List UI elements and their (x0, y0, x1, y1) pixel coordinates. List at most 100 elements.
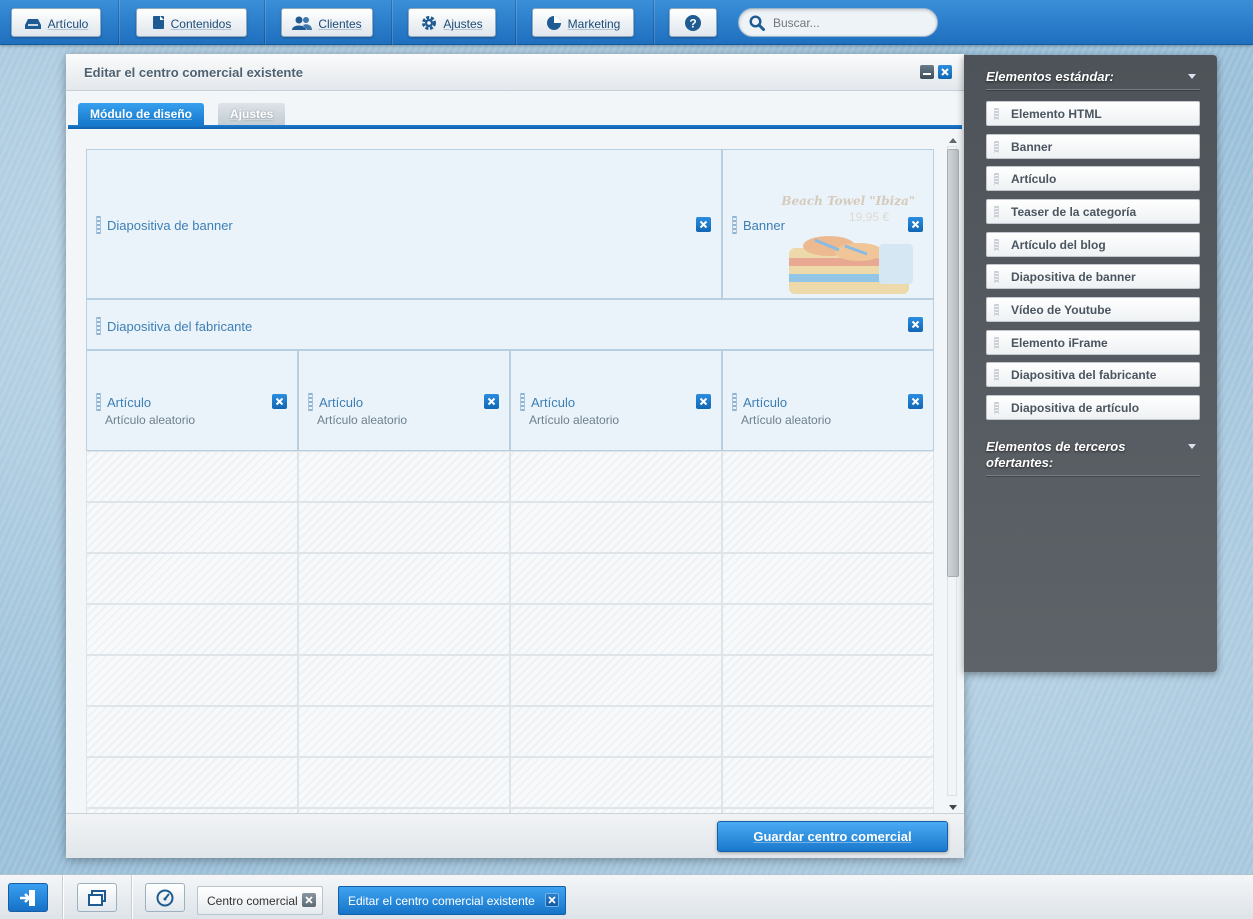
drag-handle[interactable] (520, 393, 525, 411)
element-item-label: Teaser de la categoría (1011, 205, 1137, 219)
remove-block-button[interactable] (908, 317, 923, 332)
settings-button[interactable]: Ajustes (408, 8, 496, 37)
empty-grid-cell[interactable] (722, 502, 934, 553)
empty-grid-cell[interactable] (298, 451, 510, 502)
task-tab-edit-mall[interactable]: Editar el centro comercial existente (338, 886, 566, 915)
remove-block-button[interactable] (908, 217, 923, 232)
empty-grid-cell[interactable] (86, 604, 298, 655)
grip-icon (994, 239, 999, 251)
element-item-blog-article[interactable]: Artículo del blog (986, 232, 1200, 257)
chevron-down-icon[interactable] (1188, 444, 1196, 449)
empty-grid-cell[interactable] (722, 604, 934, 655)
banner-block[interactable]: Beach Towel "Ibiza" 19,95 € Banner (722, 149, 934, 299)
remove-block-button[interactable] (272, 394, 287, 409)
article-block[interactable]: Artículo Artículo aleatorio (722, 350, 934, 451)
drag-handle[interactable] (732, 216, 737, 234)
empty-grid-cell[interactable] (298, 757, 510, 808)
empty-grid-cell[interactable] (86, 451, 298, 502)
block-subtitle: Artículo aleatorio (529, 413, 620, 427)
help-button[interactable]: ? (669, 8, 717, 37)
design-canvas[interactable]: Diapositiva de banner Beach Towel "Ibiza… (86, 149, 934, 815)
search-input[interactable] (773, 15, 923, 30)
save-mall-button[interactable]: Guardar centro comercial (717, 821, 948, 852)
logout-button[interactable] (8, 883, 48, 912)
marketing-button[interactable]: Marketing (532, 8, 634, 37)
chevron-down-icon[interactable] (1188, 74, 1196, 79)
empty-grid-cell[interactable] (510, 706, 722, 757)
third-party-elements-heading[interactable]: Elementos de terceros ofertantes: (986, 439, 1200, 476)
drag-handle[interactable] (96, 317, 101, 335)
window-tabs: Módulo de diseño Ajustes (66, 91, 964, 129)
remove-block-button[interactable] (696, 217, 711, 232)
element-item-article[interactable]: Artículo (986, 166, 1200, 191)
dashboard-button[interactable] (145, 883, 185, 912)
scroll-down-arrow-icon[interactable] (949, 805, 957, 810)
element-item-category-teaser[interactable]: Teaser de la categoría (986, 199, 1200, 224)
drag-handle[interactable] (96, 393, 101, 411)
scroll-up-arrow-icon[interactable] (949, 138, 957, 143)
banner-slide-block[interactable]: Diapositiva de banner (86, 149, 722, 299)
empty-grid-cell[interactable] (722, 655, 934, 706)
empty-grid-cell[interactable] (510, 655, 722, 706)
drag-handle[interactable] (732, 393, 737, 411)
tab-underline (68, 125, 962, 129)
drag-handle[interactable] (96, 216, 101, 234)
block-subtitle: Artículo aleatorio (105, 413, 196, 427)
remove-block-button[interactable] (696, 394, 711, 409)
tab-design-module[interactable]: Módulo de diseño (78, 103, 204, 126)
block-subtitle: Artículo aleatorio (317, 413, 408, 427)
empty-grid-cell[interactable] (86, 502, 298, 553)
empty-grid-cell[interactable] (510, 502, 722, 553)
search-box[interactable] (738, 8, 938, 37)
bottom-taskbar: Centro comercial Editar el centro comerc… (0, 874, 1253, 919)
taskbar-divider (62, 875, 63, 919)
close-task-button[interactable] (302, 893, 316, 907)
element-item-article-slide[interactable]: Diapositiva de artículo (986, 395, 1200, 420)
article-block[interactable]: Artículo Artículo aleatorio (298, 350, 510, 451)
manufacturer-slide-block[interactable]: Diapositiva del fabricante (86, 299, 934, 350)
articles-button[interactable]: Artículo (11, 8, 101, 37)
windows-overview-button[interactable] (77, 883, 117, 912)
empty-grid-cell[interactable] (298, 502, 510, 553)
close-task-button[interactable] (545, 893, 559, 907)
empty-grid-cell[interactable] (510, 553, 722, 604)
customers-button[interactable]: Clientes (281, 8, 373, 37)
canvas-scrollbar[interactable] (945, 134, 959, 810)
element-item-iframe[interactable]: Elemento iFrame (986, 330, 1200, 355)
scrollbar-thumb[interactable] (947, 149, 959, 577)
empty-grid-cell[interactable] (298, 706, 510, 757)
empty-grid-cell[interactable] (86, 553, 298, 604)
element-item-label: Diapositiva del fabricante (1011, 368, 1157, 382)
empty-grid-cell[interactable] (722, 706, 934, 757)
article-block[interactable]: Artículo Artículo aleatorio (510, 350, 722, 451)
empty-grid-cell[interactable] (722, 757, 934, 808)
article-block[interactable]: Artículo Artículo aleatorio (86, 350, 298, 451)
element-item-banner[interactable]: Banner (986, 134, 1200, 159)
drag-handle[interactable] (308, 393, 313, 411)
element-item-youtube-video[interactable]: Vídeo de Youtube (986, 297, 1200, 322)
minimize-button[interactable] (920, 65, 934, 79)
element-item-html[interactable]: Elemento HTML (986, 101, 1200, 126)
empty-grid-cell[interactable] (298, 655, 510, 706)
empty-grid-cell[interactable] (510, 604, 722, 655)
marketing-icon (546, 15, 561, 30)
content-button[interactable]: Contenidos (136, 8, 247, 37)
empty-grid-cell[interactable] (86, 757, 298, 808)
element-item-banner-slide[interactable]: Diapositiva de banner (986, 264, 1200, 289)
empty-grid-cell[interactable] (298, 604, 510, 655)
window-close-button[interactable] (938, 65, 952, 79)
empty-grid-cell[interactable] (722, 451, 934, 502)
empty-grid-cell[interactable] (86, 706, 298, 757)
element-item-manufacturer-slide[interactable]: Diapositiva del fabricante (986, 362, 1200, 387)
close-icon (699, 397, 708, 406)
empty-grid-cell[interactable] (298, 553, 510, 604)
tab-settings[interactable]: Ajustes (218, 103, 286, 126)
standard-elements-heading[interactable]: Elementos estándar: (986, 69, 1200, 90)
remove-block-button[interactable] (908, 394, 923, 409)
empty-grid-cell[interactable] (510, 757, 722, 808)
empty-grid-cell[interactable] (722, 553, 934, 604)
empty-grid-cell[interactable] (86, 655, 298, 706)
remove-block-button[interactable] (484, 394, 499, 409)
task-tab-mall[interactable]: Centro comercial (197, 886, 323, 915)
empty-grid-cell[interactable] (510, 451, 722, 502)
